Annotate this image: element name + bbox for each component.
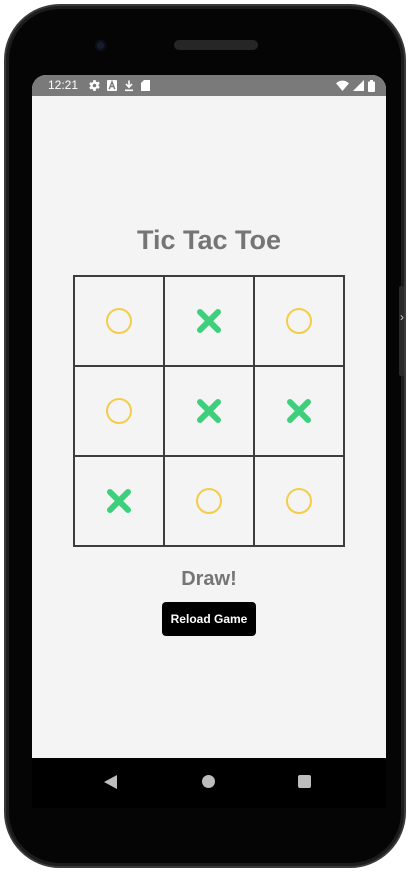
recents-icon[interactable] <box>298 775 311 788</box>
status-notification-icons <box>89 79 150 92</box>
front-camera <box>95 40 106 51</box>
app-screen: 12:21 Tic Tac Toe Draw! Reload Game <box>32 75 386 758</box>
side-chevron-icon: › <box>400 310 404 324</box>
board-cell-1-2[interactable] <box>254 366 344 456</box>
back-icon[interactable] <box>104 775 117 789</box>
x-mark-icon <box>197 309 221 333</box>
o-mark-icon <box>286 308 312 334</box>
board-cell-1-0[interactable] <box>74 366 164 456</box>
battery-icon <box>368 79 375 92</box>
x-mark-icon <box>107 489 131 513</box>
board-cell-0-2[interactable] <box>254 276 344 366</box>
signal-icon <box>353 80 364 91</box>
x-mark-icon <box>197 399 221 423</box>
reload-game-button[interactable]: Reload Game <box>162 602 256 636</box>
status-system-icons <box>336 79 375 92</box>
status-bar: 12:21 <box>32 75 386 96</box>
status-time: 12:21 <box>48 78 79 92</box>
board-cell-2-0[interactable] <box>74 456 164 546</box>
board-cell-0-1[interactable] <box>164 276 254 366</box>
home-icon[interactable] <box>202 775 215 788</box>
board-cell-2-1[interactable] <box>164 456 254 546</box>
o-mark-icon <box>196 488 222 514</box>
page-title: Tic Tac Toe <box>136 225 282 255</box>
o-mark-icon <box>286 488 312 514</box>
x-mark-icon <box>287 399 311 423</box>
wifi-icon <box>336 80 349 91</box>
navigation-bar <box>32 758 386 808</box>
board-cell-2-2[interactable] <box>254 456 344 546</box>
download-icon <box>125 80 133 91</box>
o-mark-icon <box>106 398 132 424</box>
board-cell-0-0[interactable] <box>74 276 164 366</box>
a-icon <box>107 80 117 91</box>
game-result-text: Draw! <box>181 568 237 590</box>
earpiece-speaker <box>174 40 258 50</box>
gear-icon <box>89 80 100 91</box>
sd-card-icon <box>141 80 150 91</box>
o-mark-icon <box>106 308 132 334</box>
side-button <box>399 286 404 376</box>
board-cell-1-1[interactable] <box>164 366 254 456</box>
game-board <box>73 275 345 547</box>
